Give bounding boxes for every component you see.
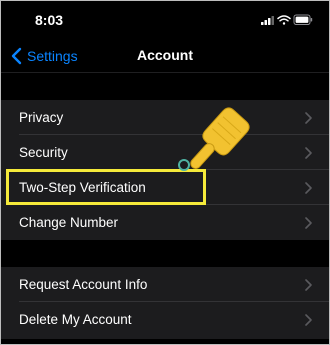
settings-item-label: Two-Step Verification xyxy=(19,180,146,195)
settings-item-change-number[interactable]: Change Number xyxy=(1,205,329,240)
chevron-right-icon xyxy=(305,182,312,194)
settings-item-label: Security xyxy=(19,145,68,160)
settings-item-privacy[interactable]: Privacy xyxy=(1,100,329,135)
settings-item-label: Request Account Info xyxy=(19,277,148,292)
status-icons xyxy=(261,14,313,26)
wifi-icon xyxy=(277,15,291,25)
navigation-bar: Settings Account xyxy=(1,39,329,73)
settings-item-label: Change Number xyxy=(19,215,119,230)
page-title: Account xyxy=(137,47,193,63)
status-bar: 8:03 xyxy=(1,1,329,39)
chevron-right-icon xyxy=(305,279,312,291)
chevron-right-icon xyxy=(305,314,312,326)
chevron-right-icon xyxy=(305,217,312,229)
signal-icon xyxy=(261,16,274,25)
settings-item-label: Privacy xyxy=(19,110,64,125)
battery-icon xyxy=(293,14,313,25)
phone-screen: 8:03 Settings Account Privacy Security T… xyxy=(0,0,330,345)
chevron-right-icon xyxy=(305,147,312,159)
settings-item-security[interactable]: Security xyxy=(1,135,329,170)
status-time: 8:03 xyxy=(35,12,64,28)
settings-item-two-step-verification[interactable]: Two-Step Verification xyxy=(1,170,329,205)
settings-item-request-account-info[interactable]: Request Account Info xyxy=(1,267,329,302)
settings-item-label: Delete My Account xyxy=(19,312,132,327)
settings-group-data: Request Account Info Delete My Account xyxy=(1,267,329,339)
chevron-right-icon xyxy=(305,112,312,124)
settings-item-delete-my-account[interactable]: Delete My Account xyxy=(1,302,329,337)
settings-group-account: Privacy Security Two-Step Verification C… xyxy=(1,100,329,240)
